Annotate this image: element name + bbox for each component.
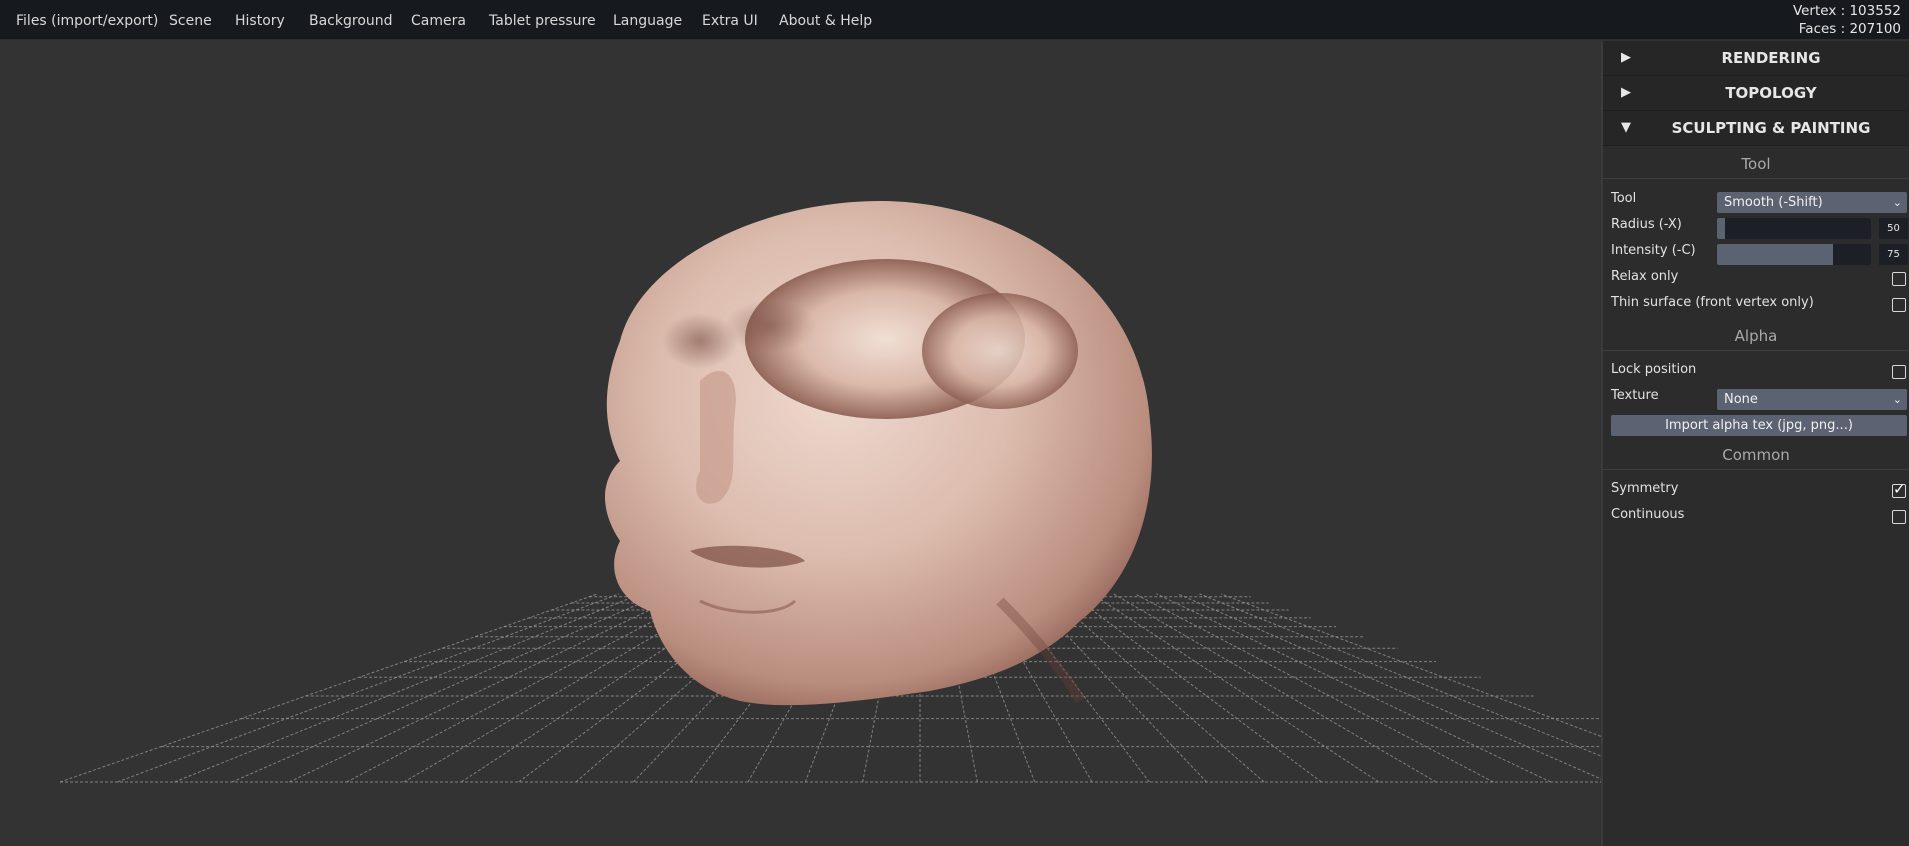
folder-sculpting-painting[interactable]: ▼ SCULPTING & PAINTING (1603, 111, 1909, 146)
menu-bar: Files (import/export) Scene History Back… (0, 0, 1909, 40)
radius-label: Radius (-X) (1611, 217, 1682, 232)
lock-position-checkbox[interactable] (1892, 365, 1906, 379)
texture-select-value: None (1724, 392, 1758, 407)
grid-line (174, 593, 641, 783)
3d-viewport[interactable] (0, 41, 1601, 846)
thin-surface-checkbox[interactable] (1892, 298, 1906, 312)
texture-label: Texture (1611, 388, 1659, 403)
grid-line (59, 593, 598, 783)
radius-slider[interactable] (1717, 218, 1871, 239)
tool-select[interactable]: Smooth (-Shift) ⌄ (1717, 192, 1907, 213)
vertex-count: Vertex : 103552 (1792, 3, 1901, 19)
menu-about-help[interactable]: About & Help (779, 0, 872, 40)
tool-label: Tool (1611, 191, 1637, 206)
viewport-canvas (59, 201, 1601, 783)
intensity-value[interactable]: 75 (1879, 244, 1908, 265)
checkmark-icon: ✓ (1893, 480, 1906, 498)
menu-files[interactable]: Files (import/export) (16, 0, 158, 40)
continuous-label: Continuous (1611, 507, 1685, 522)
menu-camera[interactable]: Camera (411, 0, 466, 40)
folder-topology-title: TOPOLOGY (1725, 84, 1817, 102)
grid-line (1177, 593, 1601, 780)
chevron-down-icon: ⌄ (1892, 393, 1902, 406)
grid-line (1048, 593, 1265, 783)
sidebar-panel: ▶ RENDERING ▶ TOPOLOGY ▼ SCULPTING & PAI… (1601, 41, 1909, 846)
grid-line (1156, 593, 1551, 783)
grid-line (117, 593, 620, 783)
folder-rendering[interactable]: ▶ RENDERING (1603, 41, 1909, 76)
grid-line (1113, 593, 1437, 783)
menu-history[interactable]: History (235, 0, 285, 40)
folder-rendering-title: RENDERING (1721, 49, 1821, 67)
triangle-right-icon: ▶ (1621, 50, 1631, 65)
folder-topology[interactable]: ▶ TOPOLOGY (1603, 76, 1909, 111)
symmetry-label: Symmetry (1611, 481, 1679, 496)
import-alpha-button[interactable]: Import alpha tex (jpg, png...) (1611, 415, 1907, 436)
sculpt-head-mesh (605, 201, 1152, 706)
thin-surface-label: Thin surface (front vertex only) (1611, 295, 1814, 310)
face-count: Faces : 207100 (1798, 21, 1901, 37)
grid-line (1070, 593, 1322, 783)
menu-background[interactable]: Background (309, 0, 393, 40)
relax-only-checkbox[interactable] (1892, 272, 1906, 286)
intensity-label: Intensity (-C) (1611, 243, 1696, 258)
folder-sculpting-painting-title: SCULPTING & PAINTING (1671, 119, 1871, 137)
section-tool-header: Tool (1603, 150, 1909, 179)
chevron-down-icon: ⌄ (1892, 196, 1902, 209)
grid-line (289, 593, 684, 783)
grid-line (1134, 593, 1494, 783)
grid-line (1220, 593, 1601, 737)
triangle-right-icon: ▶ (1621, 85, 1631, 100)
section-common-header: Common (1603, 441, 1909, 470)
grid-line (1091, 593, 1379, 783)
continuous-checkbox[interactable] (1892, 510, 1906, 524)
menu-language[interactable]: Language (613, 0, 682, 40)
menu-tablet-pressure[interactable]: Tablet pressure (489, 0, 596, 40)
grid-line (1199, 593, 1601, 757)
grid-line (231, 593, 663, 783)
menu-scene[interactable]: Scene (169, 0, 212, 40)
triangle-down-icon: ▼ (1621, 120, 1631, 135)
radius-slider-fill (1717, 218, 1725, 239)
symmetry-checkbox[interactable]: ✓ (1892, 480, 1906, 498)
texture-select[interactable]: None ⌄ (1717, 389, 1907, 410)
mesh-stats: Vertex : 103552 Faces : 207100 (1793, 2, 1901, 38)
lock-position-label: Lock position (1611, 362, 1697, 377)
grid-line (346, 593, 706, 783)
relax-only-label: Relax only (1611, 269, 1679, 284)
tool-select-value: Smooth (-Shift) (1724, 195, 1823, 210)
radius-value[interactable]: 50 (1879, 218, 1908, 239)
section-alpha-header: Alpha (1603, 322, 1909, 351)
intensity-slider-fill (1717, 244, 1833, 265)
menu-extra-ui[interactable]: Extra UI (702, 0, 758, 40)
intensity-slider[interactable] (1717, 244, 1871, 265)
